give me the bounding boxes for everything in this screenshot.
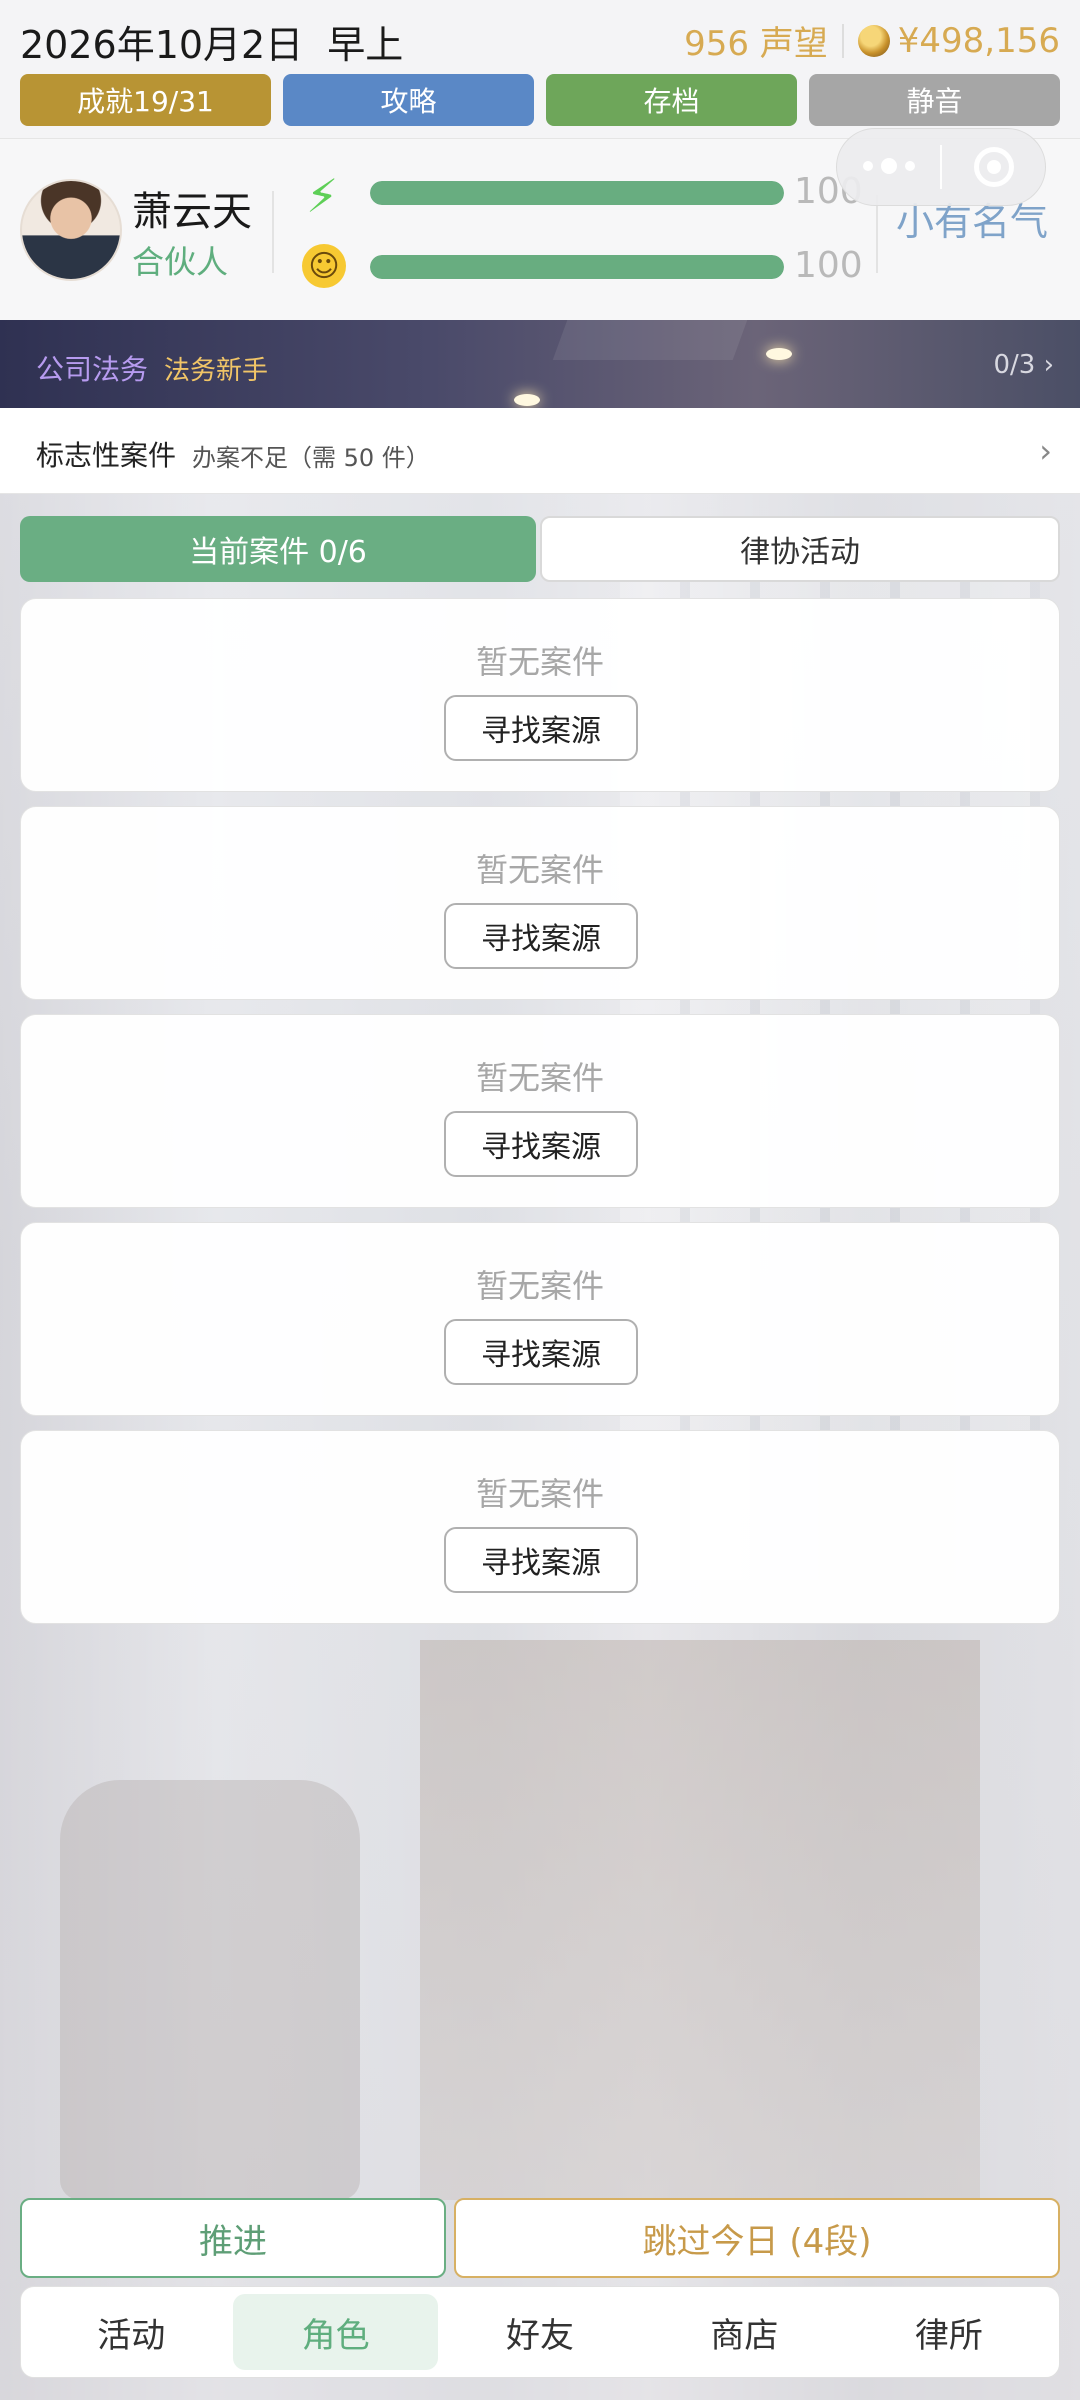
nav-friends[interactable]: 好友 bbox=[438, 2294, 642, 2370]
money-bag-icon bbox=[857, 24, 890, 57]
tab-current-cases[interactable]: 当前案件 0/6 bbox=[20, 516, 536, 582]
find-case-button[interactable]: 寻找案源 bbox=[444, 695, 638, 761]
nav-character[interactable]: 角色 bbox=[233, 2294, 438, 2370]
nav-activities[interactable]: 活动 bbox=[29, 2294, 233, 2370]
case-slot: 暂无案件 寻找案源 bbox=[20, 806, 1060, 1000]
energy-bar bbox=[370, 181, 784, 205]
avatar[interactable] bbox=[20, 179, 122, 281]
mute-button[interactable]: 静音 bbox=[809, 74, 1060, 126]
money: ¥498,156 bbox=[897, 20, 1060, 61]
ceiling-light bbox=[766, 348, 792, 360]
divider bbox=[876, 195, 878, 273]
achievements-button[interactable]: 成就19/31 bbox=[20, 74, 271, 126]
time-period: 早上 bbox=[327, 23, 404, 67]
character-name: 萧云天 bbox=[132, 189, 252, 235]
mood-bar-fill bbox=[370, 255, 784, 279]
mood-bar bbox=[370, 255, 784, 279]
empty-text: 暂无案件 bbox=[475, 1475, 604, 1513]
landmark-cases-row[interactable]: 标志性案件 办案不足（需 50 件） › bbox=[0, 408, 1080, 494]
tab-bar-activities[interactable]: 律协活动 bbox=[540, 516, 1060, 582]
divider bbox=[841, 23, 844, 58]
empty-text: 暂无案件 bbox=[475, 1059, 604, 1097]
case-slot: 暂无案件 寻找案源 bbox=[20, 598, 1060, 792]
find-case-button[interactable]: 寻找案源 bbox=[444, 903, 638, 969]
advance-button[interactable]: 推进 bbox=[20, 2198, 446, 2278]
top-status-bar: 2026年10月2日 早上 956 声望 ¥498,156 成就19/31 攻略 … bbox=[0, 0, 1080, 138]
date-display: 2026年10月2日 早上 bbox=[20, 14, 403, 69]
career-progress: 0/3 › bbox=[993, 350, 1054, 380]
career-category: 公司法务 bbox=[36, 353, 149, 386]
lightning-icon: ⚡ bbox=[306, 169, 339, 223]
nav-firm[interactable]: 律所 bbox=[847, 2294, 1051, 2370]
background-desk bbox=[420, 1640, 980, 2200]
skip-day-button[interactable]: 跳过今日 (4段) bbox=[454, 2198, 1060, 2278]
case-slot: 暂无案件 寻找案源 bbox=[20, 1014, 1060, 1208]
career-progress-value: 0/3 bbox=[993, 350, 1036, 380]
career-banner[interactable]: 公司法务 法务新手 0/3 › bbox=[0, 320, 1080, 408]
save-button[interactable]: 存档 bbox=[546, 74, 797, 126]
miniprogram-capsule bbox=[836, 128, 1046, 206]
case-tabs: 当前案件 0/6 律协活动 bbox=[20, 516, 1060, 582]
day-actions: 推进 跳过今日 (4段) bbox=[20, 2198, 1060, 2278]
smiley-icon: ☺ bbox=[302, 244, 346, 288]
chevron-right-icon: › bbox=[1039, 432, 1052, 470]
date: 2026年10月2日 bbox=[20, 23, 304, 67]
background-chair bbox=[60, 1780, 360, 2200]
energy-bar-fill bbox=[370, 181, 784, 205]
character-title: 合伙人 bbox=[132, 243, 229, 281]
guide-button[interactable]: 攻略 bbox=[283, 74, 534, 126]
case-list: 暂无案件 寻找案源 暂无案件 寻找案源 暂无案件 寻找案源 暂无案件 寻找案源 … bbox=[20, 598, 1060, 1638]
mood-value: 100 bbox=[794, 245, 863, 286]
more-dots-icon[interactable] bbox=[837, 157, 940, 174]
ceiling-light bbox=[514, 394, 540, 406]
resources: 956 声望 ¥498,156 bbox=[684, 16, 1060, 65]
divider bbox=[272, 191, 274, 273]
career-rank: 法务新手 bbox=[164, 356, 269, 386]
empty-text: 暂无案件 bbox=[475, 643, 604, 681]
capsule-divider bbox=[940, 145, 942, 189]
case-slot: 暂无案件 寻找案源 bbox=[20, 1430, 1060, 1624]
empty-text: 暂无案件 bbox=[475, 1267, 604, 1305]
nav-shop[interactable]: 商店 bbox=[642, 2294, 846, 2370]
find-case-button[interactable]: 寻找案源 bbox=[444, 1527, 638, 1593]
case-slot: 暂无案件 寻找案源 bbox=[20, 1222, 1060, 1416]
find-case-button[interactable]: 寻找案源 bbox=[444, 1319, 638, 1385]
landmark-subtitle: 办案不足（需 50 件） bbox=[192, 444, 430, 472]
find-case-button[interactable]: 寻找案源 bbox=[444, 1111, 638, 1177]
top-buttons: 成就19/31 攻略 存档 静音 bbox=[20, 74, 1060, 126]
landmark-title: 标志性案件 bbox=[36, 439, 177, 472]
target-icon[interactable] bbox=[942, 147, 1045, 187]
empty-text: 暂无案件 bbox=[475, 851, 604, 889]
bottom-nav: 活动 角色 好友 商店 律所 bbox=[20, 2286, 1060, 2378]
reputation: 956 声望 bbox=[684, 24, 828, 64]
